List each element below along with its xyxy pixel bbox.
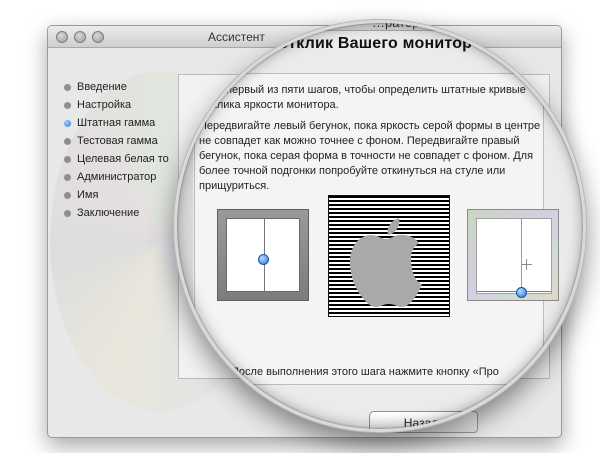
steps-sidebar: Введение Настройка Штатная гамма Тестова… bbox=[64, 78, 169, 222]
sidebar-item-label: Штатная гамма bbox=[77, 117, 156, 129]
sidebar-item-target-gamma[interactable]: Тестовая гамма bbox=[64, 132, 169, 150]
gamma-target-knob[interactable] bbox=[516, 287, 527, 298]
brightness-slider-track[interactable] bbox=[226, 218, 300, 292]
close-button[interactable] bbox=[56, 31, 68, 43]
crosshair-icon bbox=[521, 259, 532, 270]
minimize-button[interactable] bbox=[74, 31, 86, 43]
magnifier-lens: …ратора монитора …тный отклик Вашего мон… bbox=[174, 20, 586, 432]
step-dot-icon bbox=[64, 173, 71, 181]
sidebar-item-label: Тестовая гамма bbox=[77, 135, 158, 147]
sidebar-item-label: Настройка bbox=[77, 99, 132, 111]
zoom-button[interactable] bbox=[92, 31, 104, 43]
gamma-target-pad[interactable] bbox=[476, 218, 552, 298]
target-guide-horizontal bbox=[477, 291, 551, 292]
magnified-window-title: …ратора монитора bbox=[372, 20, 489, 30]
step-dot-icon bbox=[64, 101, 71, 109]
magnified-sidebar-edge bbox=[177, 63, 193, 403]
step-dot-icon bbox=[64, 83, 71, 91]
sidebar-item-intro[interactable]: Введение bbox=[64, 78, 169, 96]
target-guide-vertical bbox=[521, 219, 522, 293]
sidebar-item-setup[interactable]: Настройка bbox=[64, 96, 169, 114]
step-dot-icon bbox=[64, 155, 71, 163]
sidebar-item-administrator[interactable]: Администратор bbox=[64, 168, 169, 186]
step-dot-icon bbox=[64, 209, 71, 217]
apple-test-pattern bbox=[328, 195, 450, 317]
intro-text: …то первый из пяти шагов, чтобы определи… bbox=[201, 84, 526, 111]
sidebar-item-conclusion[interactable]: Заключение bbox=[64, 204, 169, 222]
magnified-content: …ратора монитора …тный отклик Вашего мон… bbox=[177, 20, 583, 429]
sidebar-item-label: Администратор bbox=[77, 171, 157, 183]
step-dot-icon bbox=[64, 191, 71, 199]
sidebar-item-label: Введение bbox=[77, 81, 127, 93]
sidebar-item-label: Целевая белая то bbox=[77, 153, 169, 165]
apple-logo-icon bbox=[349, 218, 422, 307]
instructions-text: Передвигайте левый бегунок, пока яркость… bbox=[199, 120, 541, 192]
sidebar-item-label: Имя bbox=[77, 189, 99, 201]
back-button[interactable]: Назад bbox=[369, 411, 473, 429]
sidebar-item-white-point[interactable]: Целевая белая то bbox=[64, 150, 169, 168]
brightness-slider-control[interactable] bbox=[217, 209, 309, 301]
active-step-dot-icon bbox=[64, 119, 71, 127]
step-dot-icon bbox=[64, 137, 71, 145]
brightness-slider-knob[interactable] bbox=[258, 254, 269, 265]
gamma-target-control[interactable] bbox=[467, 209, 559, 301]
sidebar-item-name[interactable]: Имя bbox=[64, 186, 169, 204]
page-title: …тный отклик Вашего монитор bbox=[216, 35, 473, 52]
sidebar-item-native-gamma[interactable]: Штатная гамма bbox=[64, 114, 169, 132]
sidebar-item-label: Заключение bbox=[77, 207, 140, 219]
footer-hint: После выполнения этого шага нажмите кноп… bbox=[231, 366, 499, 378]
magnified-titlebar: …ратора монитора bbox=[177, 20, 583, 31]
